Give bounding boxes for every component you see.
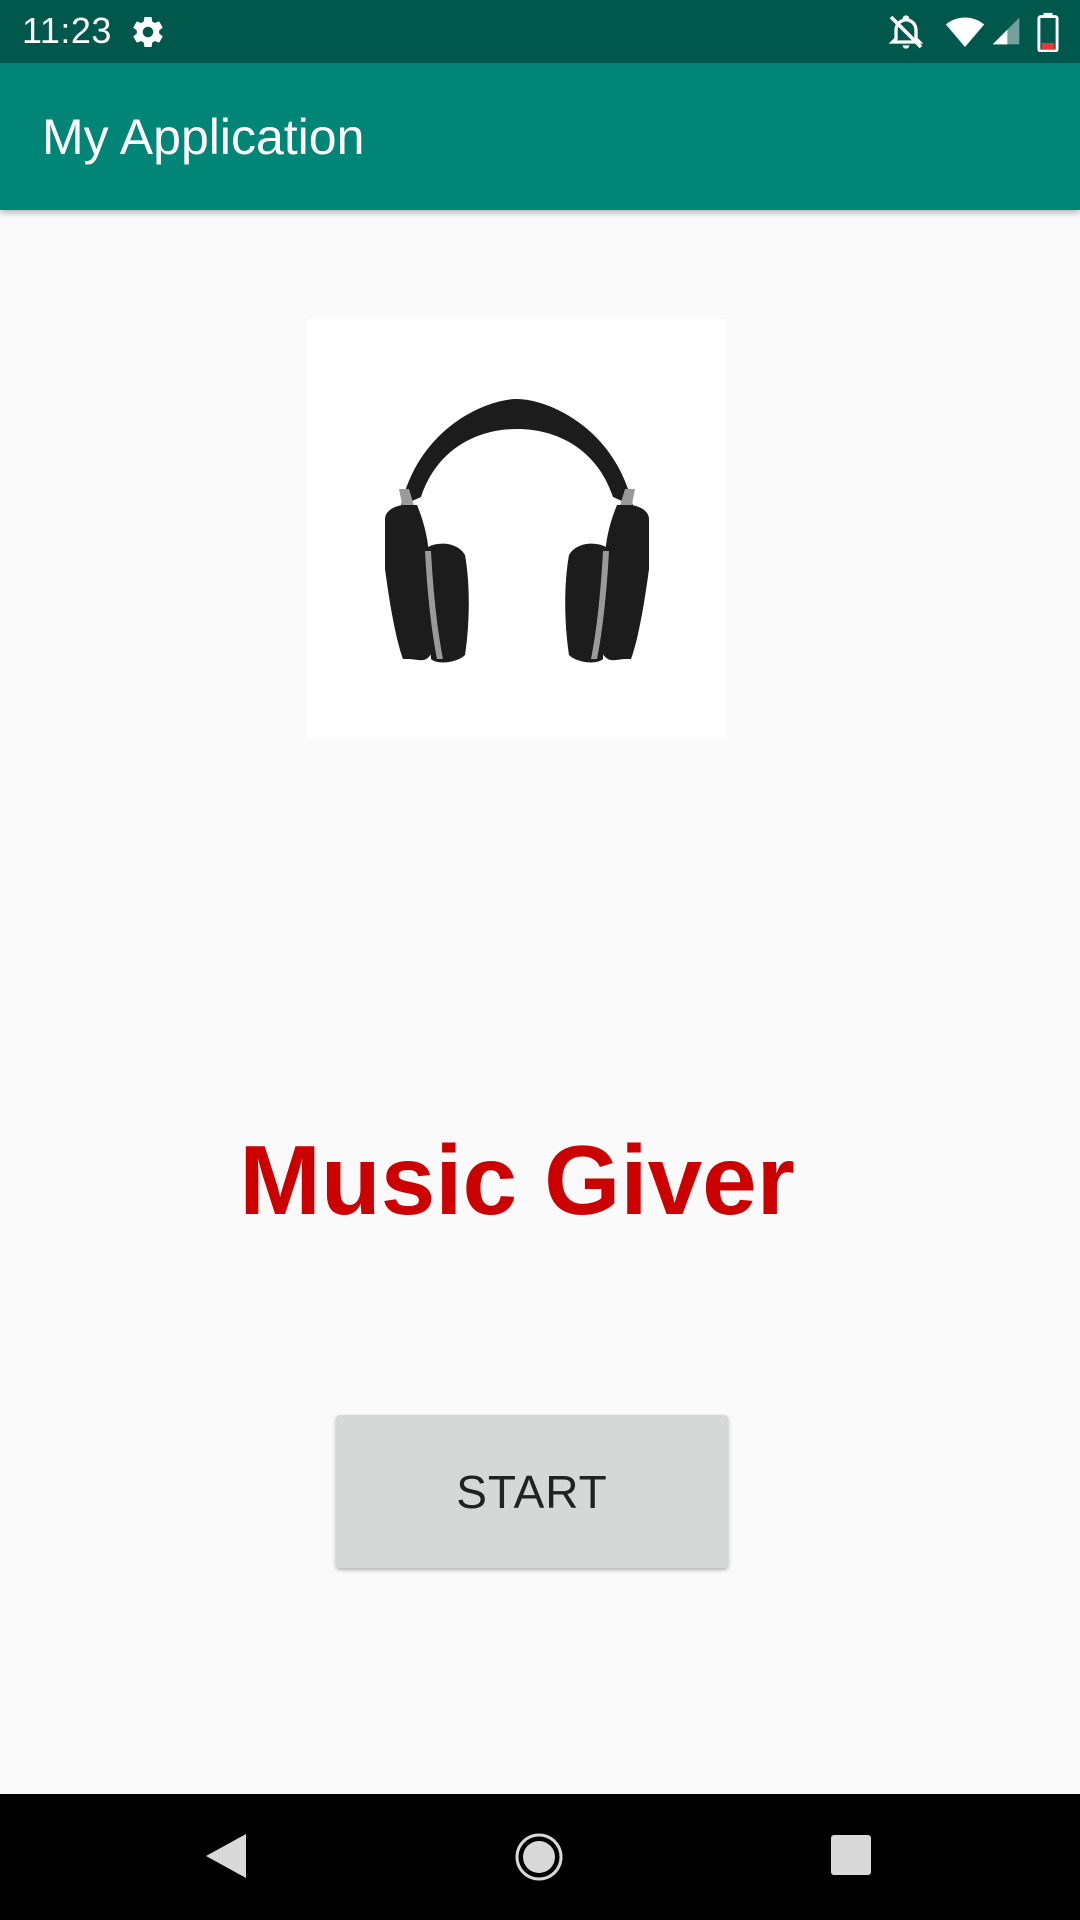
battery-icon <box>1037 12 1059 52</box>
music-giver-title-text: Music Giver <box>239 1125 795 1235</box>
headphones-image <box>307 319 727 739</box>
music-giver-title: Music Giver <box>0 1120 1080 1240</box>
settings-icon <box>133 17 163 48</box>
status-time: 11:23 <box>22 10 112 51</box>
cellular-signal-icon <box>992 17 1020 45</box>
home-icon[interactable] <box>514 1832 564 1882</box>
navigation-bar <box>0 1794 1080 1920</box>
back-icon[interactable] <box>202 1832 248 1880</box>
notifications-off-icon <box>888 15 924 49</box>
recents-icon[interactable] <box>830 1834 872 1876</box>
app-title: My Application <box>42 109 365 165</box>
start-button[interactable]: START <box>336 1415 728 1568</box>
app-bar: My Application <box>0 63 1080 210</box>
wifi-icon <box>945 17 985 47</box>
headphones-icon <box>385 399 649 663</box>
status-bar: 11:23 <box>0 0 1080 63</box>
